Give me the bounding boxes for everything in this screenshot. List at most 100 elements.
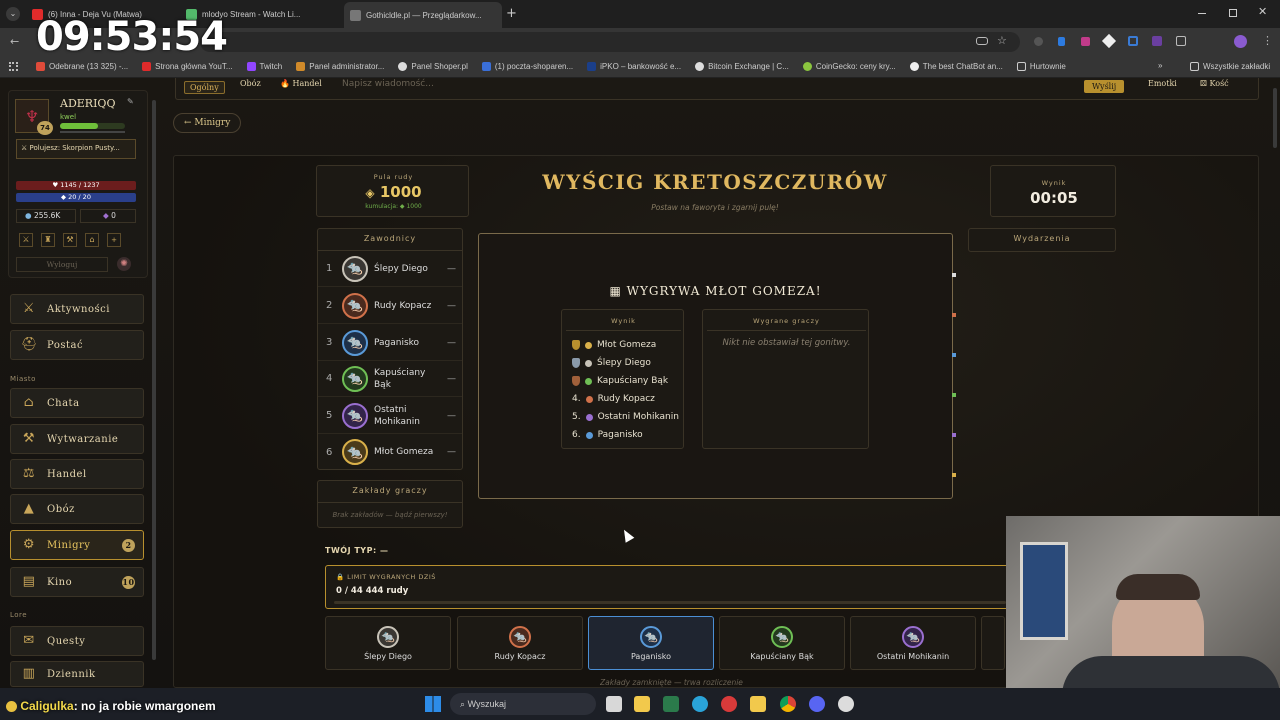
new-tab-button[interactable]: + [506,6,517,21]
pick-card[interactable]: 🐀 Rudy Kopacz [457,616,583,670]
bookmark-hurtownie[interactable]: Hurtownie [1016,62,1066,71]
bookmark-gmail[interactable]: Odebrane (13 325) -... [36,62,128,71]
film-icon: ▤ [22,574,36,589]
nav-chata[interactable]: ⌂ Chata [10,388,144,418]
bookmark-coingecko[interactable]: CoinGecko: ceny kry... [802,62,896,71]
rat-icon: 🐀 [902,625,924,648]
chat-message-input[interactable]: Napisz wiadomość... [342,79,1080,89]
chat-emotes-button[interactable]: Emotki [1148,79,1177,88]
chat-send-button[interactable]: Wyślij [1084,80,1125,93]
nav-dziennik[interactable]: ▥ Dziennik [10,661,144,687]
extension-icon[interactable] [1128,36,1138,46]
bookmark-youtube[interactable]: Strona główna YouT... [142,62,233,71]
quest-box[interactable]: ⚔ Polujesz: Skorpion Pusty... [16,139,136,159]
close-window-icon[interactable]: ✕ [1258,5,1267,18]
all-bookmarks-label: Wszystkie zakładki [1203,62,1271,71]
finish-marker [952,273,956,277]
quick-icon-expand[interactable]: + [107,233,121,247]
tab-list-icon[interactable]: ⌄ [6,7,20,21]
app-icon[interactable] [838,696,854,712]
pick-card-partial[interactable] [981,616,1005,670]
pick-card[interactable]: 🐀 Ostatni Mohikanin [850,616,976,670]
star-icon[interactable]: ☆ [997,34,1007,47]
back-button[interactable]: ← Minigry [173,113,242,133]
racer-color-dot [585,377,592,385]
bookmark-shoper[interactable]: Panel Shoper.pl [398,62,468,71]
nav-oboz[interactable]: ▲ Obóz [10,494,144,524]
taskbar-search-box[interactable]: ⌕ Wyszukaj [450,693,596,715]
nav-kino[interactable]: ▤ Kino 10 [10,567,144,597]
racer-row[interactable]: 2 🐀 Rudy Kopacz — [318,288,462,324]
chat-tab-oboz[interactable]: Obóz [240,79,261,88]
bookmarks-overflow-icon[interactable]: » [1158,61,1162,70]
all-bookmarks[interactable]: Wszystkie zakładki [1190,62,1270,71]
profile-avatar-icon[interactable] [1234,35,1247,48]
windows-start-icon[interactable] [425,696,441,712]
logout-button[interactable]: Wyloguj [16,257,108,272]
racer-row[interactable]: 6 🐀 Młot Gomeza — [318,434,462,470]
chrome-icon[interactable] [780,696,796,712]
pick-card[interactable]: 🐀 Ślepy Diego [325,616,451,670]
chat-tab-handel[interactable]: 🔥 Handel [280,79,322,88]
tab-gothicidle[interactable]: Gothicldle.pl — Przeglądarkow... [344,2,502,28]
nav-wytwarzanie[interactable]: ⚒ Wytwarzanie [10,424,144,454]
nav-handel[interactable]: ⚖ Handel [10,459,144,489]
folder-icon[interactable] [750,696,766,712]
bookmark-poczta[interactable]: (1) poczta-shoparen... [481,62,573,71]
nav-aktywnosci[interactable]: ⚔ Aktywności [10,294,144,324]
app-icon[interactable] [663,696,679,712]
quick-icon-bag[interactable]: ⚔ [19,233,33,247]
bookmark-bitcoin[interactable]: Bitcoin Exchange | C... [695,62,789,71]
racer-row[interactable]: 3 🐀 Paganisko — [318,325,462,361]
nav-questy[interactable]: ✉ Questy [10,626,144,656]
sidebar-scrollbar[interactable] [152,100,156,660]
chat-dice-button[interactable]: ⚄ Kość [1200,79,1229,88]
bookmark-ipko[interactable]: iPKO – bankowość e... [587,62,681,71]
extension-icon[interactable] [1058,37,1065,46]
quick-icon-home[interactable]: ⌂ [85,233,99,247]
quick-icon-inventory[interactable]: ♜ [41,233,55,247]
nav-postac[interactable]: ⛑ Postać [10,330,144,360]
store-icon[interactable] [634,696,650,712]
apps-grid-icon[interactable] [9,62,18,71]
extension-icon[interactable] [1034,37,1043,46]
level-badge: 74 [37,121,53,135]
nav-minigry[interactable]: ⚙ Minigry 2 [10,530,144,560]
pick-name: Rudy Kopacz [494,651,546,661]
opera-icon[interactable] [721,696,737,712]
webcam-overlay [1006,516,1280,688]
racer-row[interactable]: 4 🐀 Kapuściany Bąk — [318,361,462,397]
racer-name: Paganisko [374,337,420,348]
rat-icon: 🐀 [771,625,793,648]
racer-row[interactable]: 5 🐀 Ostatni Mohikanin — [318,398,462,434]
folder-icon [1016,62,1026,71]
extensions-puzzle-icon[interactable] [1176,36,1186,46]
extension-icon[interactable] [1081,37,1090,46]
chat-tab-ogolny[interactable]: Ogólny [184,81,225,94]
discord-icon[interactable] [809,696,825,712]
edge-icon[interactable] [692,696,708,712]
menu-dots-icon[interactable]: ⋮ [1262,34,1273,47]
racer-row[interactable]: 1 🐀 Ślepy Diego — [318,251,462,287]
minimize-icon[interactable] [1198,13,1206,14]
bookmark-chatbot[interactable]: The best ChatBot an... [909,62,1003,71]
extension-icon[interactable] [1152,36,1162,46]
restore-icon[interactable] [1229,9,1237,17]
task-view-icon[interactable] [606,696,622,712]
winners-empty-text: Nikt nie obstawiał tej gonitwy. [722,338,851,348]
extension-icon[interactable] [1101,33,1117,49]
pick-card[interactable]: 🐀 Kapuściany Bąk [719,616,845,670]
url-field[interactable] [200,32,1020,52]
search-placeholder: Wyszukaj [467,699,506,709]
bookmark-twitch[interactable]: Twitch [246,62,282,71]
bookmark-label: Odebrane (13 325) -... [49,62,129,71]
your-pick-label: Twój typ: — [325,546,389,555]
pick-card-selected[interactable]: 🐀 Paganisko [588,616,714,670]
page-scrollbar[interactable] [1273,88,1277,148]
password-key-icon[interactable] [976,37,988,45]
settings-icon[interactable]: ✺ [117,257,131,271]
quick-icon-crafting[interactable]: ⚒ [63,233,77,247]
edit-icon[interactable]: ✎ [127,97,134,106]
bookmark-panel-admin[interactable]: Panel administrator... [296,62,384,71]
back-icon[interactable]: ← [10,35,19,48]
